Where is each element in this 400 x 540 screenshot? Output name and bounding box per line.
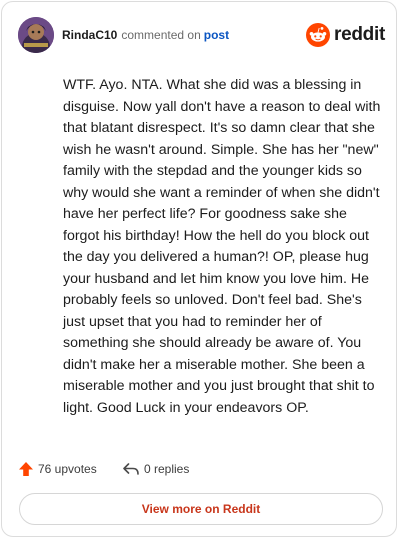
view-more-button[interactable]: View more on Reddit (19, 493, 383, 525)
comment-body: WTF. Ayo. NTA. What she did was a blessi… (63, 77, 381, 416)
upvote-button[interactable]: 76 upvotes (18, 458, 97, 480)
action-text: commented on (121, 28, 201, 42)
comment-meta: RindaC10 commented on post (62, 28, 229, 42)
brand-wordmark: reddit (334, 24, 385, 45)
avatar[interactable] (18, 17, 54, 53)
replies-button[interactable]: 0 replies (122, 458, 189, 480)
comment-footer: 76 upvotes 0 replies (18, 458, 380, 480)
comment-header: RindaC10 commented on post reddit (18, 17, 385, 53)
upvote-arrow-icon (19, 462, 33, 476)
reddit-logo-icon (306, 23, 330, 47)
post-link[interactable]: post (204, 28, 229, 42)
username[interactable]: RindaC10 (62, 28, 117, 42)
reply-arrow-icon (123, 463, 139, 475)
comment-card: RindaC10 commented on post reddit WTF. Ayo… (1, 1, 397, 537)
reply-count: 0 replies (144, 462, 190, 476)
avatar-image (18, 17, 54, 53)
reddit-brand[interactable]: reddit (306, 21, 385, 49)
upvote-count: 76 upvotes (38, 462, 97, 476)
